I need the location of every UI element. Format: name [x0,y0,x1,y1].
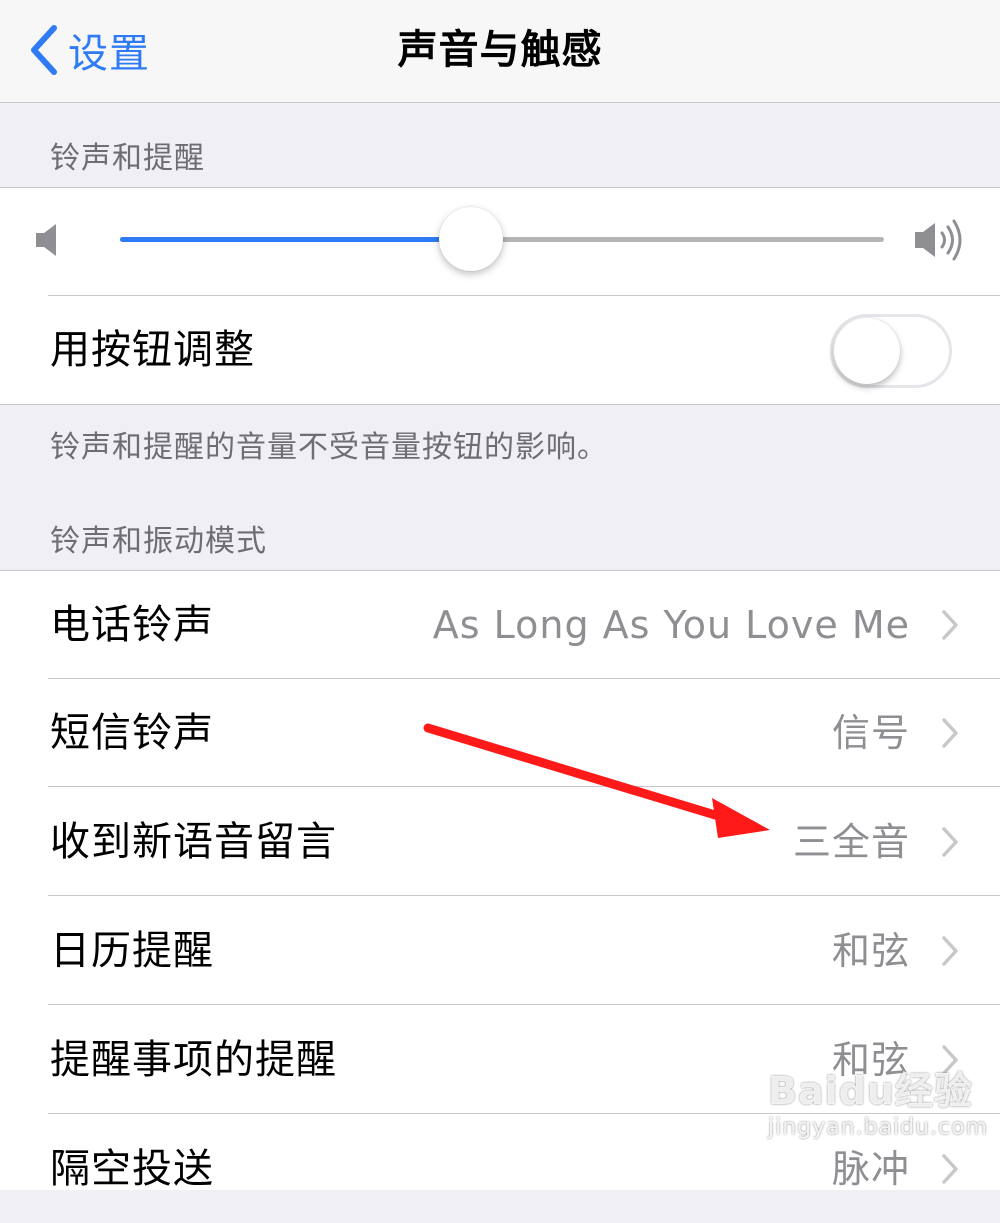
list-item-ringtone[interactable]: 电话铃声 As Long As You Love Me [0,571,1000,679]
row-label: 收到新语音留言 [50,819,337,865]
change-with-buttons-label: 用按钮调整 [50,327,255,373]
chevron-right-icon [942,718,958,748]
navigation-bar: 设置 声音与触感 [0,0,1000,103]
list-item-calendar-alerts[interactable]: 日历提醒 和弦 [0,897,1000,1005]
toggle-knob [834,318,900,384]
page-title: 声音与触感 [397,27,603,73]
row-value: As Long As You Love Me [432,603,910,647]
volume-thumb[interactable] [439,207,504,271]
section-header-ringer: 铃声和提醒 [50,141,205,176]
row-label: 短信铃声 [50,710,214,756]
row-label: 日历提醒 [50,928,214,974]
ringer-footer-note: 铃声和提醒的音量不受音量按钮的影响。 [50,430,608,465]
row-label: 电话铃声 [50,602,214,648]
change-with-buttons-toggle[interactable] [830,314,952,388]
volume-low-icon [36,224,56,256]
volume-track-fill [120,237,472,242]
row-value: 信号 [831,711,910,755]
list-item-text-tone[interactable]: 短信铃声 信号 [0,679,1000,787]
row-value: 和弦 [831,929,910,973]
baidu-logo: Baidu经验 [768,1069,973,1113]
row-label: 隔空投送 [50,1146,214,1192]
section-header-patterns: 铃声和振动模式 [50,524,267,559]
watermark-url: jingyan.baidu.com [768,1115,989,1140]
chevron-right-icon [942,827,958,857]
volume-high-icon [915,219,962,261]
row-label: 提醒事项的提醒 [50,1037,337,1083]
row-value: 三全音 [792,820,910,864]
list-item-new-voicemail[interactable]: 收到新语音留言 三全音 [0,788,1000,896]
chevron-right-icon [942,1154,958,1184]
chevron-right-icon [942,936,958,966]
watermark: Baidu经验 jingyan.baidu.com [768,1060,988,1140]
chevron-right-icon [942,610,958,640]
